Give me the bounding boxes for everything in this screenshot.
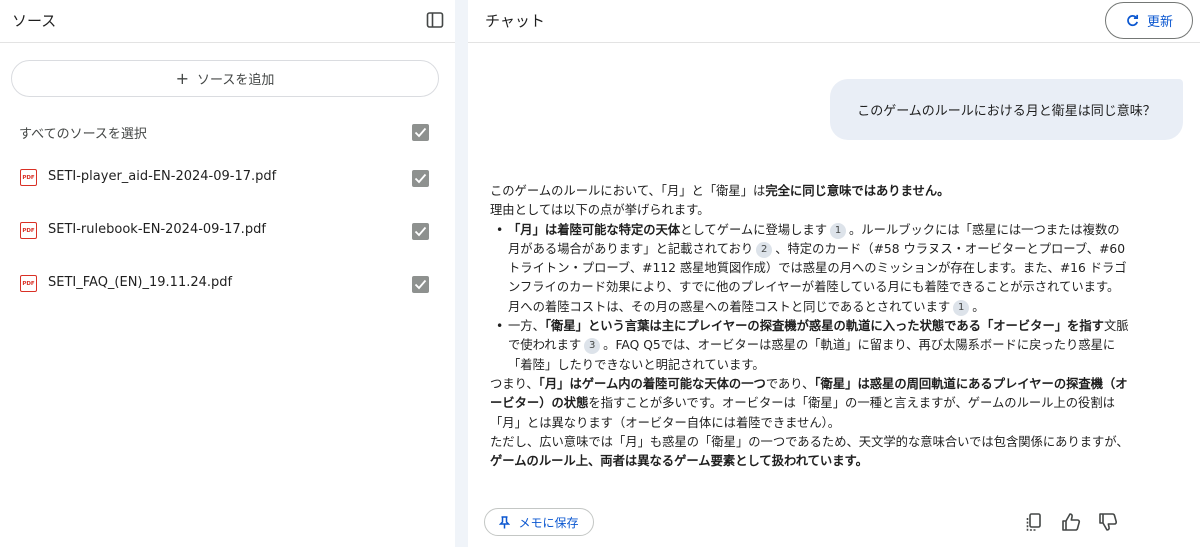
plus-icon: + <box>175 69 190 88</box>
source-checkbox[interactable] <box>412 223 429 240</box>
answer-text: ただし、広い意味では「月」も惑星の「衛星」の一つであるため、天文学的な意味合いで… <box>490 434 1129 449</box>
citation-chip[interactable]: 3 <box>584 338 601 355</box>
add-source-label: ソースを追加 <box>197 73 275 88</box>
source-checkbox[interactable] <box>412 170 429 187</box>
answer-text: このゲームのルールにおいて、「月」と「衛星」は <box>490 184 766 198</box>
pdf-icon: PDF <box>20 169 37 186</box>
answer-caveat: ただし、広い意味では「月」も惑星の「衛星」の一つであるため、天文学的な意味合いで… <box>490 433 1130 472</box>
answer-intro: このゲームのルールにおいて、「月」と「衛星」は完全に同じ意味ではありません。 <box>490 182 1130 201</box>
pdf-icon: PDF <box>20 222 37 239</box>
answer-conclusion: つまり、「月」はゲーム内の着陸可能な天体の一つであり、「衛星」は惑星の周回軌道に… <box>490 375 1130 433</box>
copy-icon[interactable] <box>1023 511 1045 533</box>
answer-bullet: • 一方、「衛星」という言葉は主にプレイヤーの探査機が惑星の軌道に入った状態である… <box>490 317 1130 375</box>
select-all-label: すべてのソースを選択 <box>19 127 147 142</box>
pdf-icon: PDF <box>20 275 37 292</box>
answer-text: つまり、 <box>490 376 539 391</box>
thumbs-down-icon[interactable] <box>1097 511 1119 533</box>
sources-title: ソース <box>12 12 57 30</box>
answer-bold: ゲームのルール上、両者は異なるゲーム要素として扱われています。 <box>490 454 868 469</box>
answer-text: 。 <box>972 299 985 314</box>
source-name: SETI-player_aid-EN-2024-09-17.pdf <box>48 169 277 184</box>
source-item[interactable]: PDF SETI_FAQ_(EN)_19.11.24.pdf <box>0 264 455 304</box>
answer-text: であり、 <box>765 376 815 391</box>
bullet-dot: • <box>496 319 504 334</box>
save-to-note-label: メモに保存 <box>518 515 579 530</box>
answer-bold: 「衛星」という言葉は主にプレイヤーの探査機が惑星の軌道に入った状態である「オービ… <box>544 319 1104 334</box>
panel-toggle-icon[interactable] <box>426 11 444 29</box>
answer-reasons-lead: 理由としては以下の点が挙げられます。 <box>490 203 710 218</box>
refresh-icon <box>1127 14 1139 27</box>
source-item[interactable]: PDF SETI-player_aid-EN-2024-09-17.pdf <box>0 158 455 198</box>
sources-panel: ソース + ソースを追加 すべてのソースを選択 PDF SETI-player_… <box>0 0 455 547</box>
answer-bold: 「月」は着陸可能な特定の天体 <box>508 222 681 237</box>
refresh-label: 更新 <box>1146 15 1173 30</box>
answer-bold: 完全に同じ意味ではありません。 <box>765 184 950 198</box>
source-name: SETI_FAQ_(EN)_19.11.24.pdf <box>48 275 233 290</box>
answer-bold: 「月」はゲーム内の着陸可能な天体の一つ <box>538 376 766 391</box>
chat-title: チャット <box>485 12 545 30</box>
citation-chip[interactable]: 1 <box>953 299 970 316</box>
answer-text: としてゲームに登場します <box>680 222 827 237</box>
refresh-button[interactable]: 更新 <box>1105 2 1193 39</box>
add-source-button[interactable]: + ソースを追加 <box>11 60 439 97</box>
save-to-note-button[interactable]: メモに保存 <box>484 508 594 536</box>
user-message: このゲームのルールにおける月と衛星は同じ意味？ <box>830 79 1183 140</box>
answer-text: 一方、 <box>508 319 545 334</box>
pin-icon <box>499 515 511 528</box>
answer-bullet: • 「月」は着陸可能な特定の天体としてゲームに登場します 1 。ルールブックには「惑星… <box>490 221 1130 317</box>
sources-header: ソース <box>0 0 455 43</box>
citation-chip[interactable]: 2 <box>756 241 773 258</box>
source-item[interactable]: PDF SETI-rulebook-EN-2024-09-17.pdf <box>0 211 455 251</box>
bullet-dot: • <box>496 222 504 237</box>
select-all-checkbox[interactable] <box>412 124 429 141</box>
chat-header: チャット 更新 <box>468 0 1200 43</box>
source-name: SETI-rulebook-EN-2024-09-17.pdf <box>48 222 266 237</box>
source-checkbox[interactable] <box>412 276 429 293</box>
assistant-answer: このゲームのルールにおいて、「月」と「衛星」は完全に同じ意味ではありません。 理… <box>490 182 1130 471</box>
user-message-text: このゲームのルールにおける月と衛星は同じ意味？ <box>857 104 1156 119</box>
chat-panel: チャット 更新 このゲームのルールにおける月と衛星は同じ意味？ このゲームのルー… <box>468 0 1200 547</box>
thumbs-up-icon[interactable] <box>1060 511 1082 533</box>
panel-divider <box>455 0 468 547</box>
citation-chip[interactable]: 1 <box>830 222 846 239</box>
